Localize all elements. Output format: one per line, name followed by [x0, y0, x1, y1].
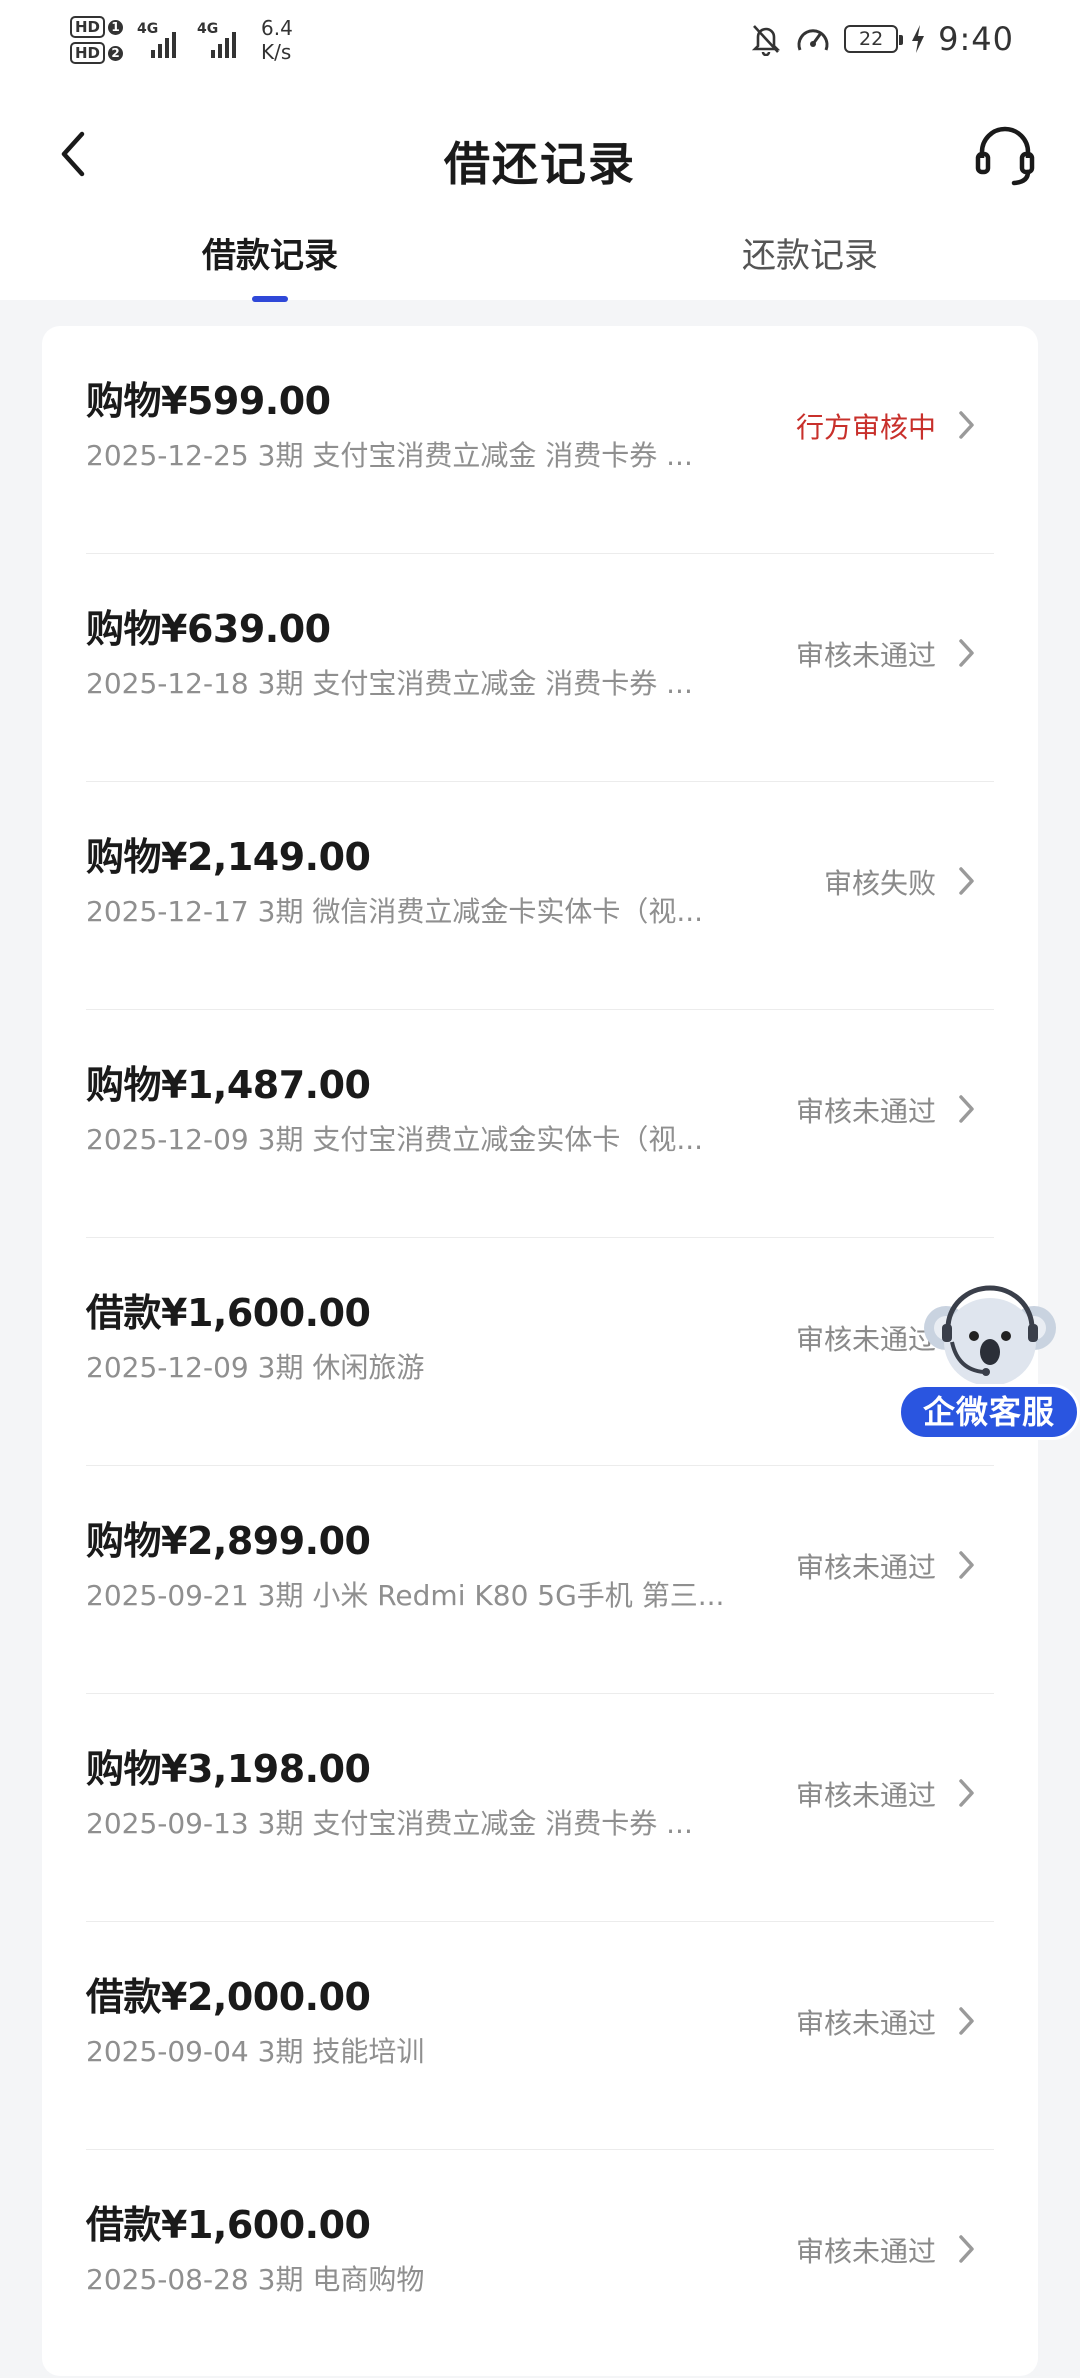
chevron-right-icon: [959, 867, 974, 895]
record-description: 2025-12-09 3期 支付宝消费立减金实体卡（视...: [86, 1123, 704, 1156]
status-bar-left: HD 1 HD 2 4G 4G 6.4 K/s: [70, 16, 293, 64]
tab-loan-records[interactable]: 借款记录: [120, 228, 420, 277]
status-label: 审核未通过: [795, 639, 936, 672]
signal-icon: 4G: [197, 16, 243, 64]
status-label: 行方审核中: [795, 411, 936, 444]
app-header: 借还记录: [0, 110, 1080, 200]
record-amount: 购物¥2,899.00: [86, 1519, 371, 1563]
record-amount: 购物¥2,149.00: [86, 835, 371, 879]
status-label: 审核未通过: [795, 1095, 936, 1128]
hd-indicator-2: HD 2: [70, 42, 124, 64]
record-amount: 购物¥3,198.00: [86, 1747, 371, 1791]
signal-icon: 4G: [137, 16, 183, 64]
record-description: 2025-09-13 3期 支付宝消费立减金 消费卡券 ...: [86, 1807, 693, 1840]
list-item[interactable]: 购物¥2,899.00 2025-09-21 3期 小米 Redmi K80 5…: [86, 1466, 994, 1694]
battery-icon: 22: [844, 25, 904, 53]
chevron-right-icon: [959, 2235, 974, 2263]
list-item[interactable]: 购物¥599.00 2025-12-25 3期 支付宝消费立减金 消费卡券 ..…: [86, 326, 994, 554]
record-amount: 借款¥1,600.00: [86, 1291, 371, 1335]
record-description: 2025-12-18 3期 支付宝消费立减金 消费卡券 ...: [86, 667, 693, 700]
speedometer-icon: [797, 29, 829, 51]
chevron-right-icon: [959, 639, 974, 667]
record-amount: 借款¥2,000.00: [86, 1975, 371, 2019]
list-item[interactable]: 借款¥1,600.00 2025-12-09 3期 休闲旅游 审核未通过: [86, 1238, 994, 1466]
list-item[interactable]: 购物¥2,149.00 2025-12-17 3期 微信消费立减金卡实体卡（视.…: [86, 782, 994, 1010]
headset-icon: [975, 126, 1035, 186]
page-title: 借还记录: [444, 137, 636, 191]
chevron-right-icon: [959, 2007, 974, 2035]
active-tab-indicator: [252, 296, 288, 302]
list-item[interactable]: 购物¥1,487.00 2025-12-09 3期 支付宝消费立减金实体卡（视.…: [86, 1010, 994, 1238]
status-label: 审核未通过: [795, 1779, 936, 1812]
record-description: 2025-09-04 3期 技能培训: [86, 2035, 425, 2068]
chevron-right-icon: [959, 1551, 974, 1579]
record-description: 2025-12-25 3期 支付宝消费立减金 消费卡券 ...: [86, 439, 693, 472]
status-bar-right: 22 9:40: [750, 20, 1014, 58]
clock: 9:40: [938, 20, 1014, 58]
list-item[interactable]: 借款¥2,000.00 2025-09-04 3期 技能培训 审核未通过: [86, 1922, 994, 2150]
network-speed: 6.4 K/s: [261, 16, 293, 64]
record-amount: 购物¥639.00: [86, 607, 331, 651]
list-item[interactable]: 借款¥1,600.00 2025-08-28 3期 电商购物 审核未通过: [86, 2150, 994, 2378]
charging-icon: [912, 25, 925, 53]
floating-customer-service-button[interactable]: 企微客服: [898, 1284, 1080, 1440]
records-list: 购物¥599.00 2025-12-25 3期 支付宝消费立减金 消费卡券 ..…: [42, 326, 1038, 2376]
customer-service-label: 企微客服: [898, 1384, 1080, 1440]
record-description: 2025-12-17 3期 微信消费立减金卡实体卡（视...: [86, 895, 704, 928]
record-description: 2025-12-09 3期 休闲旅游: [86, 1351, 425, 1384]
record-description: 2025-09-21 3期 小米 Redmi K80 5G手机 第三...: [86, 1579, 725, 1612]
record-description: 2025-08-28 3期 电商购物: [86, 2263, 425, 2296]
chevron-right-icon: [959, 1779, 974, 1807]
status-label: 审核未通过: [795, 2007, 936, 2040]
list-item[interactable]: 购物¥639.00 2025-12-18 3期 支付宝消费立减金 消费卡券 ..…: [86, 554, 994, 782]
status-label: 审核未通过: [795, 1551, 936, 1584]
hd-indicator-1: HD 1: [70, 16, 124, 38]
record-amount: 借款¥1,600.00: [86, 2203, 371, 2247]
volte-indicators: HD 1 HD 2: [70, 16, 124, 64]
customer-service-button[interactable]: [970, 120, 1040, 190]
list-item[interactable]: 购物¥3,198.00 2025-09-13 3期 支付宝消费立减金 消费卡券 …: [86, 1694, 994, 1922]
record-amount: 购物¥1,487.00: [86, 1063, 371, 1107]
chevron-right-icon: [959, 411, 974, 439]
record-tabs: 借款记录 还款记录: [0, 220, 1080, 302]
chevron-right-icon: [959, 1095, 974, 1123]
tab-repayment-records[interactable]: 还款记录: [660, 228, 960, 277]
bell-muted-icon: [752, 25, 781, 56]
status-label: 审核失败: [823, 867, 936, 900]
status-bar: HD 1 HD 2 4G 4G 6.4 K/s 22 9:40: [0, 0, 1080, 92]
record-amount: 购物¥599.00: [86, 379, 331, 423]
status-label: 审核未通过: [795, 2235, 936, 2268]
